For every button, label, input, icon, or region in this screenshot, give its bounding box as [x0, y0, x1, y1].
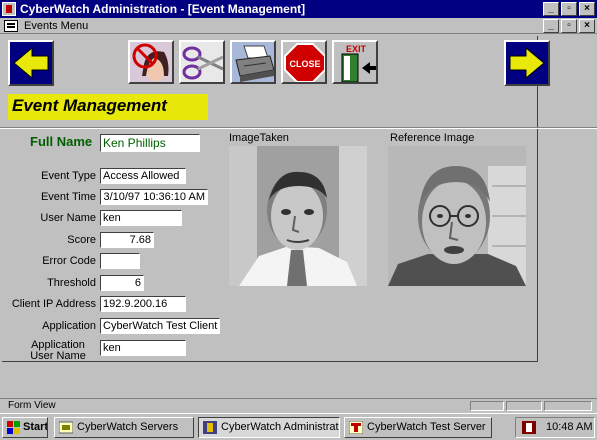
no-face-icon — [130, 42, 172, 82]
event-type-field[interactable]: Access Allowed — [100, 168, 186, 184]
status-text: Form View — [8, 400, 56, 411]
administration-icon — [203, 421, 217, 434]
event-type-label: Event Type — [41, 170, 96, 182]
taskbar: Start CyberWatch Servers CyberWatch Admi… — [0, 413, 597, 440]
status-pane — [470, 401, 504, 411]
cyberwatch-tray-icon[interactable] — [522, 421, 536, 434]
user-name-label: User Name — [40, 212, 96, 224]
print-button[interactable] — [230, 40, 276, 84]
full-name-field[interactable]: Ken Phillips — [100, 134, 200, 152]
child-close-button[interactable]: × — [579, 19, 595, 33]
next-record-button[interactable] — [504, 40, 550, 86]
close-window-button[interactable]: × — [579, 2, 595, 16]
taskbar-item-label: CyberWatch Servers — [77, 421, 179, 433]
client-ip-field[interactable]: 192.9.200.16 — [100, 296, 186, 312]
image-taken-photo — [229, 146, 367, 286]
stop-sign-icon: CLOSE — [284, 43, 325, 82]
application-user-name-field[interactable]: ken — [100, 340, 186, 356]
score-field[interactable]: 7.68 — [100, 232, 154, 248]
application-field[interactable]: CyberWatch Test Client App — [100, 318, 220, 334]
score-label: Score — [67, 234, 96, 246]
threshold-field[interactable]: 6 — [100, 275, 144, 291]
reference-photo — [388, 146, 526, 286]
taskbar-item-label: CyberWatch Administration... — [221, 421, 340, 433]
windows-logo-icon — [7, 421, 20, 434]
exit-label: EXIT — [346, 44, 367, 54]
arrow-left-icon — [13, 46, 49, 80]
header-divider — [0, 127, 597, 129]
child-restore-button[interactable]: ▫ — [561, 19, 577, 33]
printer-icon — [232, 42, 274, 82]
error-code-field[interactable] — [100, 253, 140, 269]
title-bar: CyberWatch Administration - [Event Manag… — [0, 0, 597, 18]
full-name-label: Full Name — [30, 134, 93, 149]
application-label: Application — [42, 320, 96, 332]
error-code-label: Error Code — [42, 255, 96, 267]
events-menu[interactable]: Events Menu — [24, 20, 88, 32]
exit-door-icon: EXIT — [341, 44, 376, 82]
taskbar-item-test-server[interactable]: CyberWatch Test Server — [344, 417, 492, 438]
window-title: CyberWatch Administration - [Event Manag… — [20, 2, 306, 16]
event-time-field[interactable]: 3/10/97 10:36:10 AM — [100, 189, 208, 205]
user-name-field[interactable]: ken — [100, 210, 182, 226]
start-button[interactable]: Start — [2, 417, 48, 438]
app-icon[interactable] — [2, 2, 16, 16]
cut-button[interactable] — [179, 40, 225, 84]
form-icon[interactable] — [4, 20, 18, 32]
status-pane — [544, 401, 592, 411]
status-pane — [506, 401, 542, 411]
captured-face-image — [229, 146, 367, 286]
status-bar: Form View — [0, 398, 597, 412]
taskbar-item-label: CyberWatch Test Server — [367, 421, 486, 433]
maximize-button[interactable]: ▫ — [561, 2, 577, 16]
previous-record-button[interactable] — [8, 40, 54, 86]
reference-face-image — [388, 146, 526, 286]
client-ip-label: Client IP Address — [11, 298, 96, 310]
test-server-icon — [349, 421, 363, 434]
page-title: Event Management — [12, 96, 167, 115]
start-label: Start — [23, 421, 48, 433]
taskbar-item-servers[interactable]: CyberWatch Servers — [54, 417, 194, 438]
child-minimize-button[interactable]: _ — [543, 19, 559, 33]
image-taken-label: ImageTaken — [229, 132, 289, 144]
page-title-banner: Event Management — [8, 94, 208, 120]
no-face-button[interactable] — [128, 40, 174, 84]
minimize-button[interactable]: _ — [543, 2, 559, 16]
arrow-right-icon — [509, 46, 545, 80]
servers-icon — [59, 421, 73, 434]
system-tray: 10:48 AM — [515, 417, 595, 438]
close-button[interactable]: CLOSE — [281, 40, 327, 84]
event-form: CLOSE EXIT Event Management Full Name Ke… — [0, 34, 597, 398]
exit-button[interactable]: EXIT — [332, 40, 378, 84]
clock[interactable]: 10:48 AM — [546, 421, 592, 433]
scissors-icon — [181, 42, 223, 82]
taskbar-item-administration[interactable]: CyberWatch Administration... — [198, 417, 340, 438]
reference-image-label: Reference Image — [390, 132, 475, 144]
event-time-label: Event Time — [40, 191, 96, 203]
menu-bar: Events Menu _ ▫ × — [0, 18, 597, 34]
application-user-name-label: Application User Name — [30, 339, 86, 362]
close-label: CLOSE — [289, 59, 320, 69]
threshold-label: Threshold — [47, 277, 96, 289]
